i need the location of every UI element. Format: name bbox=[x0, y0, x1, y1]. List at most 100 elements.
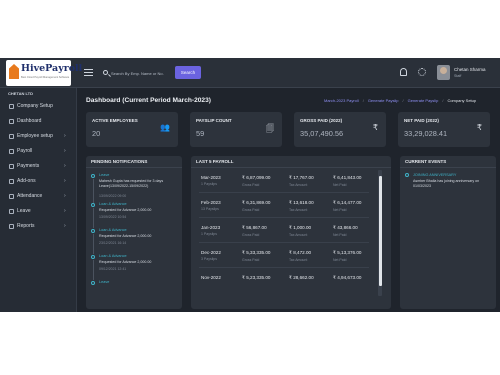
notification-item[interactable]: Loan & Advance Requested for Advance 2,0… bbox=[91, 254, 175, 280]
breadcrumb-link[interactable]: March-2023 Payroll bbox=[324, 98, 359, 103]
clock-icon bbox=[9, 194, 14, 199]
calendar-icon bbox=[9, 209, 14, 214]
user-name[interactable]: Chetan Sharma bbox=[454, 67, 486, 72]
sidebar-item-leave[interactable]: Leave › bbox=[0, 206, 77, 220]
payslip-count: 1 Payslips bbox=[201, 182, 217, 186]
sidebar-item-label: Dashboard bbox=[17, 118, 42, 124]
stat-value: 20 bbox=[92, 129, 101, 138]
building-icon bbox=[9, 104, 14, 109]
notification-item[interactable]: Loan & Advance Requested for Advance 2,0… bbox=[91, 228, 175, 254]
stat-label: ACTIVE EMPLOYEES bbox=[92, 118, 138, 123]
top-bar: HivePayroll Best Cloud Payroll Managemen… bbox=[0, 58, 500, 88]
plug-icon bbox=[9, 179, 14, 184]
notification-type: Leave bbox=[99, 173, 110, 177]
tax-label: Tax Amount bbox=[289, 233, 308, 237]
timeline-dot-icon bbox=[405, 173, 409, 177]
timeline-dot-icon bbox=[91, 174, 95, 178]
event-text: Asmber Bhalla has joining anniversary on… bbox=[413, 179, 480, 188]
dashboard-icon bbox=[9, 119, 14, 124]
logo[interactable]: HivePayroll Best Cloud Payroll Managemen… bbox=[6, 60, 82, 86]
timeline-dot-icon bbox=[91, 281, 95, 285]
last-5-payroll-panel: LAST 5 PAYROLL Mar-2023 1 Payslips ₹ 6,87… bbox=[191, 156, 391, 309]
timeline-dot-icon bbox=[91, 203, 95, 207]
panel-title: LAST 5 PAYROLL bbox=[196, 159, 234, 164]
logo-text: HivePayroll bbox=[21, 63, 83, 74]
table-row[interactable]: Mar-2023 1 Payslips ₹ 6,87,099.00 Gross Pa… bbox=[199, 171, 369, 193]
notification-text: Requested for Advance 2,000.00 bbox=[99, 234, 152, 238]
sidebar-item-label: Employee setup bbox=[17, 133, 53, 139]
chevron-right-icon: › bbox=[64, 223, 66, 229]
sidebar-item-label: Attendance bbox=[17, 193, 43, 199]
sidebar-item-dashboard[interactable]: Dashboard bbox=[0, 116, 77, 130]
notification-type: Loan & Advance bbox=[99, 228, 127, 232]
app-window: HivePayroll Best Cloud Payroll Managemen… bbox=[0, 58, 500, 312]
gear-icon[interactable] bbox=[418, 68, 426, 76]
avatar[interactable] bbox=[437, 65, 450, 80]
chevron-right-icon: › bbox=[64, 208, 66, 214]
sidebar-item-attendance[interactable]: Attendance › bbox=[0, 191, 77, 205]
stat-value: 35,07,490.56 bbox=[300, 129, 344, 138]
sidebar-item-employee-setup[interactable]: Employee setup › bbox=[0, 131, 77, 145]
search-button[interactable]: Search bbox=[175, 66, 201, 79]
chevron-right-icon: › bbox=[64, 163, 66, 169]
breadcrumb-current: Company Setup bbox=[447, 98, 477, 103]
table-row[interactable]: Dec-2022 3 Payslips ₹ 5,33,335.00 Gross Pa… bbox=[199, 246, 369, 268]
notification-date: 13/09/2022 09:00 bbox=[99, 194, 127, 198]
notification-item[interactable]: Leave bbox=[91, 280, 175, 292]
rupee-icon bbox=[9, 149, 14, 154]
stat-value: 59 bbox=[196, 129, 205, 138]
search-input[interactable] bbox=[111, 67, 171, 79]
timeline-dot-icon bbox=[91, 255, 95, 259]
panel-header: LAST 5 PAYROLL bbox=[191, 156, 391, 168]
scrollbar[interactable] bbox=[378, 170, 382, 296]
net-label: Net Paid bbox=[333, 233, 347, 237]
payroll-period: Nov-2022 bbox=[201, 275, 221, 280]
stat-card-active-employees: ACTIVE EMPLOYEES 20 👥 bbox=[86, 112, 178, 147]
notification-date: 13/09/2022 10:54 bbox=[99, 215, 127, 219]
timeline-dot-icon bbox=[91, 229, 95, 233]
table-row[interactable]: Nov-2022 ₹ 5,23,335.00 ₹ 28,662.00 ₹ 4,9… bbox=[199, 271, 369, 293]
scrollbar-thumb[interactable] bbox=[378, 176, 382, 286]
gross-amount: ₹ 6,87,099.00 bbox=[242, 175, 271, 180]
panel-title: PENDING NOTIFICATIONS bbox=[91, 159, 148, 164]
chart-icon bbox=[9, 224, 14, 229]
pending-notifications-panel: PENDING NOTIFICATIONS Leave Mahesh Gupta… bbox=[86, 156, 182, 309]
payslip-count: 13 Payslips bbox=[201, 207, 219, 211]
stat-value: 33,29,028.41 bbox=[404, 129, 448, 138]
payroll-period: Mar-2023 bbox=[201, 175, 221, 180]
people-icon: 👥 bbox=[160, 123, 170, 132]
tax-label: Tax Amount bbox=[289, 183, 308, 187]
breadcrumb-separator: / bbox=[402, 98, 404, 103]
gross-amount: ₹ 56,867.00 bbox=[242, 225, 267, 230]
sidebar-item-payroll[interactable]: Payroll › bbox=[0, 146, 77, 160]
table-row[interactable]: Feb-2023 13 Payslips ₹ 6,31,869.00 Gross P… bbox=[199, 196, 369, 218]
sidebar-item-label: Payroll bbox=[17, 148, 33, 154]
panel-header: PENDING NOTIFICATIONS bbox=[86, 156, 182, 168]
event-type: JOINING ANNIVERSARY bbox=[413, 173, 457, 177]
gross-label: Gross Paid bbox=[242, 208, 260, 212]
bell-icon[interactable] bbox=[400, 68, 407, 76]
gross-amount: ₹ 5,23,335.00 bbox=[242, 275, 271, 280]
users-icon bbox=[9, 134, 14, 139]
rupee-icon bbox=[9, 164, 14, 169]
sidebar-item-reports[interactable]: Reports › bbox=[0, 221, 77, 235]
notification-text: Requested for Advance 2,000.00 bbox=[99, 208, 152, 212]
net-amount: ₹ 4,94,673.00 bbox=[333, 275, 362, 280]
tax-amount: ₹ 28,662.00 bbox=[289, 275, 314, 280]
sidebar-item-payments[interactable]: Payments › bbox=[0, 161, 77, 175]
payroll-period: Dec-2022 bbox=[201, 250, 221, 255]
payslip-count: 3 Payslips bbox=[201, 257, 217, 261]
gross-amount: ₹ 5,33,335.00 bbox=[242, 250, 271, 255]
sidebar-item-add-ons[interactable]: Add-ons › bbox=[0, 176, 77, 190]
tax-label: Tax Amount bbox=[289, 258, 308, 262]
logo-tagline: Best Cloud Payroll Management Software bbox=[21, 76, 70, 79]
net-label: Net Paid bbox=[333, 183, 347, 187]
notification-item[interactable]: Loan & Advance Requested for Advance 2,0… bbox=[91, 202, 175, 228]
breadcrumb-link[interactable]: Generate Payslip bbox=[368, 98, 399, 103]
table-row[interactable]: Jan-2023 1 Payslips ₹ 56,867.00 Gross Paid… bbox=[199, 221, 369, 243]
notification-item[interactable]: Leave Mahesh Gupta has requested for 3 d… bbox=[91, 173, 175, 203]
sidebar-item-company-setup[interactable]: Company Setup bbox=[0, 101, 77, 115]
gross-label: Gross Paid bbox=[242, 183, 260, 187]
menu-icon[interactable] bbox=[84, 69, 93, 76]
breadcrumb-link[interactable]: Generate Payslip bbox=[408, 98, 439, 103]
